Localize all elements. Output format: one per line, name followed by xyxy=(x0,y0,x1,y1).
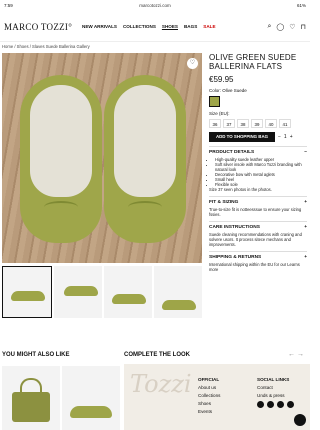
heart-icon[interactable]: ♡ xyxy=(289,23,295,31)
footer-heading: OFFICIAL xyxy=(198,377,220,382)
nav-new-arrivals[interactable]: NEW ARRIVALS xyxy=(82,24,117,29)
size-option[interactable]: 36 xyxy=(209,119,221,128)
collapse-icon[interactable]: − xyxy=(304,150,307,155)
nav-shoes[interactable]: SHOES xyxy=(162,24,178,29)
url-bar[interactable]: marcotozzi.com xyxy=(44,3,266,8)
add-to-bag-button[interactable]: ADD TO SHOPPING BAG xyxy=(209,132,275,142)
thumbnail-gallery xyxy=(2,266,202,318)
right-shoe xyxy=(104,75,186,243)
footer-official: OFFICIAL About us Collections Shoes Even… xyxy=(198,376,220,416)
nav-sale[interactable]: SALE xyxy=(203,24,215,29)
site-header: MARCO TOZZI° NEW ARRIVALS COLLECTIONS SH… xyxy=(0,12,310,42)
size-option[interactable]: 40 xyxy=(265,119,277,128)
nav-bags[interactable]: BAGS xyxy=(184,24,197,29)
header-icons: ⌕ ◯ ♡ ⊓ xyxy=(267,23,306,31)
model-size-note: Size 37 seen photos in the photos. xyxy=(209,187,272,192)
complete-look-heading: COMPLETE THE LOOK xyxy=(124,352,190,358)
plus-icon[interactable]: + xyxy=(290,134,293,140)
footer-social: SOCIAL LINKS Contact Unds & press xyxy=(257,376,294,408)
section-text: True-to-size fit is notteesssue to ensur… xyxy=(209,207,302,217)
site-footer: Tozzi OFFICIAL About us Collections Shoe… xyxy=(124,364,310,430)
section-text: International shipping within the EU for… xyxy=(209,262,300,272)
product-price: €59.95 xyxy=(209,75,234,84)
thumbnail[interactable] xyxy=(104,266,152,318)
footer-link[interactable]: Unds & press xyxy=(257,392,294,400)
size-option[interactable]: 41 xyxy=(279,119,291,128)
social-icons xyxy=(257,401,294,408)
detail-line: Soft silver insole with Marco Tozzi bran… xyxy=(215,162,307,172)
shipping-section[interactable]: SHIPPING & RETURNS + International shippi… xyxy=(209,251,307,272)
battery-indicator: 61% xyxy=(296,2,306,8)
color-label: Color: Olive Suede xyxy=(209,88,247,93)
section-title: CARE INSTRUCTIONS xyxy=(209,225,260,230)
footer-link[interactable]: Collections xyxy=(198,392,220,400)
expand-icon[interactable]: + xyxy=(304,255,307,260)
size-option[interactable]: 37 xyxy=(223,119,235,128)
section-title: PRODUCT DETAILS xyxy=(209,150,255,155)
bag-icon[interactable]: ⊓ xyxy=(301,23,306,31)
arrow-left-icon[interactable]: ← xyxy=(288,351,295,358)
pinterest-icon[interactable] xyxy=(287,401,294,408)
color-swatch[interactable] xyxy=(209,96,220,107)
also-like-heading: YOU MIGHT ALSO LIKE xyxy=(2,352,70,358)
status-time: 7:59 xyxy=(4,2,13,8)
carousel-arrows: ← → xyxy=(288,351,304,358)
chat-bubble-icon[interactable] xyxy=(294,414,306,426)
signature-watermark: Tozzi xyxy=(130,370,192,398)
tiktok-icon[interactable] xyxy=(277,401,284,408)
search-icon[interactable]: ⌕ xyxy=(267,23,271,31)
footer-heading: SOCIAL LINKS xyxy=(257,377,290,382)
thumbnail[interactable] xyxy=(2,266,52,318)
left-shoe xyxy=(20,75,102,243)
nav-collections[interactable]: COLLECTIONS xyxy=(123,24,156,29)
status-bar: 7:59 marcotozzi.com 61% xyxy=(0,0,310,10)
main-product-image[interactable]: ♡ xyxy=(2,53,202,263)
expand-icon[interactable]: + xyxy=(304,200,307,205)
footer-link[interactable]: Events xyxy=(198,408,220,416)
product-title: OLIVE GREEN SUEDE BALLERINA FLATS xyxy=(209,53,297,71)
facebook-icon[interactable] xyxy=(257,401,264,408)
thumbnail[interactable] xyxy=(154,266,202,318)
product-card-flats[interactable] xyxy=(62,366,120,430)
arrow-right-icon[interactable]: → xyxy=(297,351,304,358)
favorite-heart-icon[interactable]: ♡ xyxy=(187,58,198,69)
footer-link[interactable]: Shoes xyxy=(198,400,220,408)
care-section[interactable]: CARE INSTRUCTIONS + Suede cleaning recomm… xyxy=(209,221,307,247)
expand-icon[interactable]: + xyxy=(304,225,307,230)
instagram-icon[interactable] xyxy=(267,401,274,408)
size-selector: 36 37 38 39 40 41 xyxy=(209,119,307,128)
size-option[interactable]: 39 xyxy=(251,119,263,128)
section-title: SHIPPING & RETURNS xyxy=(209,255,262,260)
product-details-section[interactable]: PRODUCT DETAILS− High-quality suede leat… xyxy=(209,146,307,192)
thumbnail[interactable] xyxy=(54,266,102,318)
minus-icon[interactable]: − xyxy=(278,134,281,140)
product-card-bag[interactable] xyxy=(2,366,60,430)
footer-link[interactable]: Contact xyxy=(257,384,294,392)
quantity-stepper[interactable]: − 1 + xyxy=(278,134,293,140)
quantity-value: 1 xyxy=(283,134,287,140)
size-option[interactable]: 38 xyxy=(237,119,249,128)
footer-link[interactable]: About us xyxy=(198,384,220,392)
fit-sizing-section[interactable]: FIT & SIZING + True-to-size fit is nottee… xyxy=(209,196,307,217)
breadcrumb[interactable]: Home / Shoes / Slaves Suede Ballerina Ga… xyxy=(2,44,90,49)
section-title: FIT & SIZING xyxy=(209,200,239,205)
product-panel: OLIVE GREEN SUEDE BALLERINA FLATS €59.95… xyxy=(209,53,307,272)
add-to-bag-row: ADD TO SHOPPING BAG − 1 + xyxy=(209,132,307,142)
main-nav: NEW ARRIVALS COLLECTIONS SHOES BAGS SALE xyxy=(82,24,267,29)
brand-logo[interactable]: MARCO TOZZI° xyxy=(4,22,82,32)
user-icon[interactable]: ◯ xyxy=(276,23,284,31)
section-text: Suede cleaning recommendations with cran… xyxy=(209,232,302,247)
size-label: Size (EU): xyxy=(209,111,230,116)
